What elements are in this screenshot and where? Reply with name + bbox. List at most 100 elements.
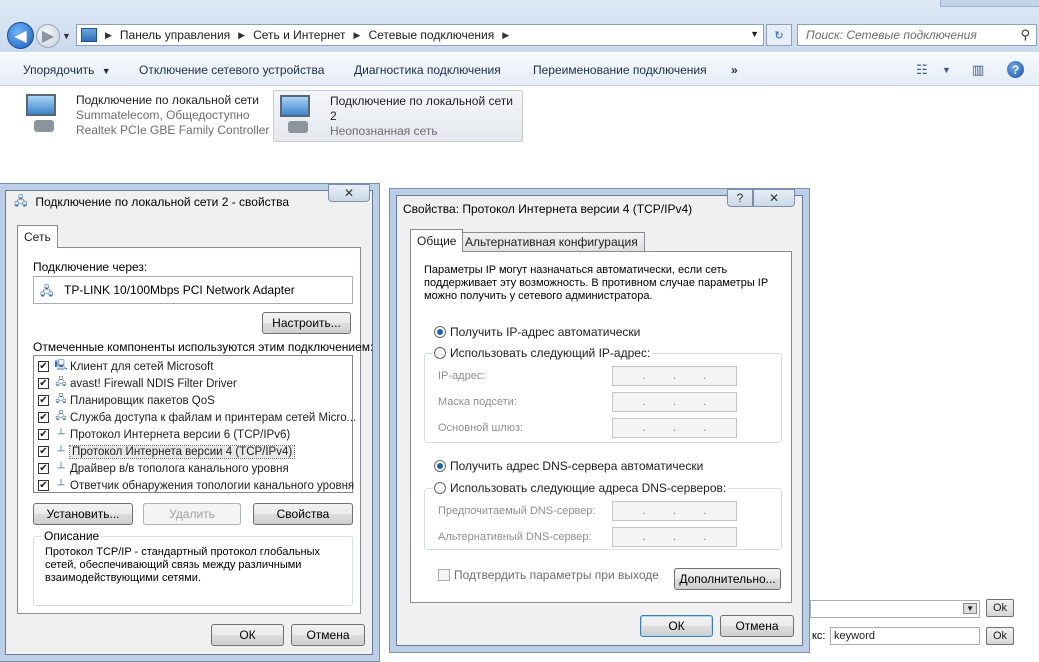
component-item[interactable]: ✔ 🖳 Клиент для сетей Microsoft xyxy=(38,358,213,375)
combobox-arrow-icon[interactable]: ▼ xyxy=(963,603,977,614)
breadcrumb-control-panel[interactable]: Панель управления ▶ xyxy=(120,28,253,42)
checkbox-checked-icon[interactable]: ✔ xyxy=(38,361,49,372)
component-item[interactable]: ✔ ┴ Ответчик обнаружения топологии канальн… xyxy=(38,477,354,494)
breadcrumb-chevron-icon[interactable]: ▶ xyxy=(105,30,112,41)
help-button[interactable]: ? xyxy=(727,189,753,207)
command-bar: Упорядочить ▼ Отключение сетевого устрой… xyxy=(0,52,1039,86)
close-icon: ✕ xyxy=(768,191,780,205)
properties-button[interactable]: Свойства xyxy=(253,503,353,525)
tab-label: Общие xyxy=(417,234,457,248)
address-field[interactable]: ▶ Панель управления ▶ Сеть и Интернет ▶ Се… xyxy=(76,24,764,46)
cancel-button[interactable]: Отмена xyxy=(720,615,794,637)
uninstall-button[interactable]: Удалить xyxy=(143,503,241,525)
component-label: Планировщик пакетов QoS xyxy=(70,394,215,407)
network-tab-panel: Подключение через: 🖧 TP-LINK 10/100Mbps … xyxy=(17,247,373,614)
subnet-mask-field[interactable]: ... xyxy=(612,392,737,412)
close-button[interactable]: ✕ xyxy=(328,184,370,202)
connection-name: Подключение по локальной сети xyxy=(330,94,513,108)
view-options-icon[interactable]: ☷ xyxy=(916,62,928,78)
ip-manual-radio[interactable]: Использовать следующий IP-адрес: xyxy=(432,346,653,360)
ip-address-field[interactable]: ... xyxy=(612,366,737,386)
component-label: Протокол Интернета версии 4 (TCP/IPv4) xyxy=(68,444,296,459)
refresh-icon: ↻ xyxy=(774,29,784,42)
breadcrumb-label: Сеть и Интернет xyxy=(253,28,346,42)
dns-auto-radio[interactable]: Получить адрес DNS-сервера автоматически xyxy=(434,459,703,473)
connection-item-lan1[interactable]: Подключение по локальной сети Summatelec… xyxy=(20,90,270,142)
gateway-field[interactable]: ... xyxy=(612,418,737,438)
preferred-dns-field[interactable]: ... xyxy=(612,501,737,521)
checkbox-checked-icon[interactable]: ✔ xyxy=(38,429,49,440)
ip-auto-radio[interactable]: Получить IP-адрес автоматически xyxy=(434,325,640,339)
advanced-button[interactable]: Дополнительно... xyxy=(674,568,781,590)
connection-name-continued: 2 xyxy=(330,109,337,123)
component-label: Ответчик обнаружения топологии канальног… xyxy=(70,479,355,492)
breadcrumb-network-connections[interactable]: Сетевые подключения ▶ xyxy=(368,28,517,42)
view-dropdown-icon[interactable]: ▼ xyxy=(942,65,951,75)
window-frame-edge xyxy=(940,0,1039,7)
component-label: Служба доступа к файлам и принтерам сете… xyxy=(70,411,357,424)
back-button[interactable]: ◀ xyxy=(7,22,34,49)
ok-button[interactable]: ОК xyxy=(640,615,713,637)
description-title: Описание xyxy=(42,529,102,543)
close-button[interactable]: ✕ xyxy=(753,189,795,207)
background-ok-button-2[interactable]: Ok xyxy=(986,627,1014,645)
alternate-dns-field[interactable]: ... xyxy=(612,527,737,547)
checkbox-checked-icon[interactable]: ✔ xyxy=(38,463,49,474)
component-item[interactable]: ✔ ┴ Протокол Интернета версии 6 (TCP/IPv6) xyxy=(38,426,290,443)
organize-menu[interactable]: Упорядочить ▼ xyxy=(23,63,111,77)
ok-button[interactable]: ОК xyxy=(211,624,284,646)
connection-status: Неопознанная сеть xyxy=(330,124,438,138)
checkbox-checked-icon[interactable]: ✔ xyxy=(38,378,49,389)
checkbox-checked-icon[interactable]: ✔ xyxy=(38,412,49,423)
component-label: Протокол Интернета версии 6 (TCP/IPv6) xyxy=(70,428,291,441)
checkbox-checked-icon[interactable]: ✔ xyxy=(38,395,49,406)
components-label: Отмеченные компоненты используются этим … xyxy=(33,340,374,354)
component-item[interactable]: ✔ 🖧 Планировщик пакетов QoS xyxy=(38,392,215,409)
search-input[interactable]: Поиск: Сетевые подключения ⚲ xyxy=(797,24,1037,46)
dialog-titlebar: 🖧 Подключение по локальной сети 2 - свой… xyxy=(14,189,289,215)
cancel-button[interactable]: Отмена xyxy=(291,624,365,646)
components-list[interactable]: ✔ 🖳 Клиент для сетей Microsoft ✔ 🖧 avast! Fir… xyxy=(33,355,356,494)
breadcrumb-network-internet[interactable]: Сеть и Интернет ▶ xyxy=(253,28,368,42)
general-tab-panel: Параметры IP могут назначаться автоматич… xyxy=(410,251,792,603)
checkbox-checked-icon[interactable]: ✔ xyxy=(38,480,49,491)
tab-alternate-config[interactable]: Альтернативная конфигурация xyxy=(458,232,645,251)
connection-item-lan2[interactable]: Подключение по локальной сети 2 Неопозна… xyxy=(273,90,523,142)
component-label: avast! Firewall NDIS Filter Driver xyxy=(70,377,237,390)
connection-device: Realtek PCIe GBE Family Controller xyxy=(76,123,270,137)
validate-on-exit-checkbox[interactable]: Подтвердить параметры при выходе xyxy=(438,568,659,582)
component-label: Клиент для сетей Microsoft xyxy=(70,360,214,373)
background-ok-button-1[interactable]: Ok xyxy=(986,599,1014,617)
help-icon[interactable]: ? xyxy=(1007,61,1024,78)
more-commands-button[interactable]: » xyxy=(731,63,738,77)
background-combobox[interactable]: ▼ xyxy=(810,600,980,618)
forward-button[interactable]: ▶ xyxy=(36,24,60,48)
component-item[interactable]: ✔ ┴ Драйвер в/в тополога канального уровня xyxy=(38,460,289,477)
disable-device-button[interactable]: Отключение сетевого устройства xyxy=(139,63,324,77)
rename-button[interactable]: Переименование подключения xyxy=(533,63,707,77)
install-button[interactable]: Установить... xyxy=(33,503,133,525)
checkbox-checked-icon[interactable]: ✔ xyxy=(38,446,49,457)
configure-button[interactable]: Настроить... xyxy=(262,312,351,334)
refresh-button[interactable]: ↻ xyxy=(766,24,792,46)
dns-manual-radio[interactable]: Использовать следующие адреса DNS-сервер… xyxy=(432,481,729,495)
breadcrumb-chevron-icon[interactable]: ▶ xyxy=(238,30,245,41)
radio-label: Использовать следующий IP-адрес: xyxy=(450,346,651,360)
component-item[interactable]: ✔ ┴ Протокол Интернета версии 4 (TCP/IPv4) xyxy=(38,443,296,460)
control-panel-icon xyxy=(81,28,97,42)
search-icon[interactable]: ⚲ xyxy=(1020,27,1030,43)
address-dropdown-icon[interactable]: ▼ xyxy=(750,29,759,39)
component-item[interactable]: ✔ 🖧 avast! Firewall NDIS Filter Driver xyxy=(38,375,237,392)
breadcrumb-chevron-icon[interactable]: ▶ xyxy=(354,30,361,41)
breadcrumb-chevron-icon[interactable]: ▶ xyxy=(502,30,509,41)
network-adapter-icon xyxy=(274,91,324,141)
preview-pane-icon[interactable]: ▥ xyxy=(972,62,984,78)
component-item[interactable]: ✔ 🖧 Служба доступа к файлам и принтерам се… xyxy=(38,409,356,426)
connection-name: Подключение по локальной сети xyxy=(76,93,259,107)
diagnose-button[interactable]: Диагностика подключения xyxy=(354,63,501,77)
recent-pages-dropdown[interactable]: ▼ xyxy=(62,31,71,41)
tab-network[interactable]: Сеть xyxy=(17,225,58,248)
tab-general[interactable]: Общие xyxy=(410,229,464,252)
connection-properties-dialog: 🖧 Подключение по локальной сети 2 - свой… xyxy=(5,184,373,655)
keyword-input[interactable]: keyword xyxy=(830,627,980,645)
